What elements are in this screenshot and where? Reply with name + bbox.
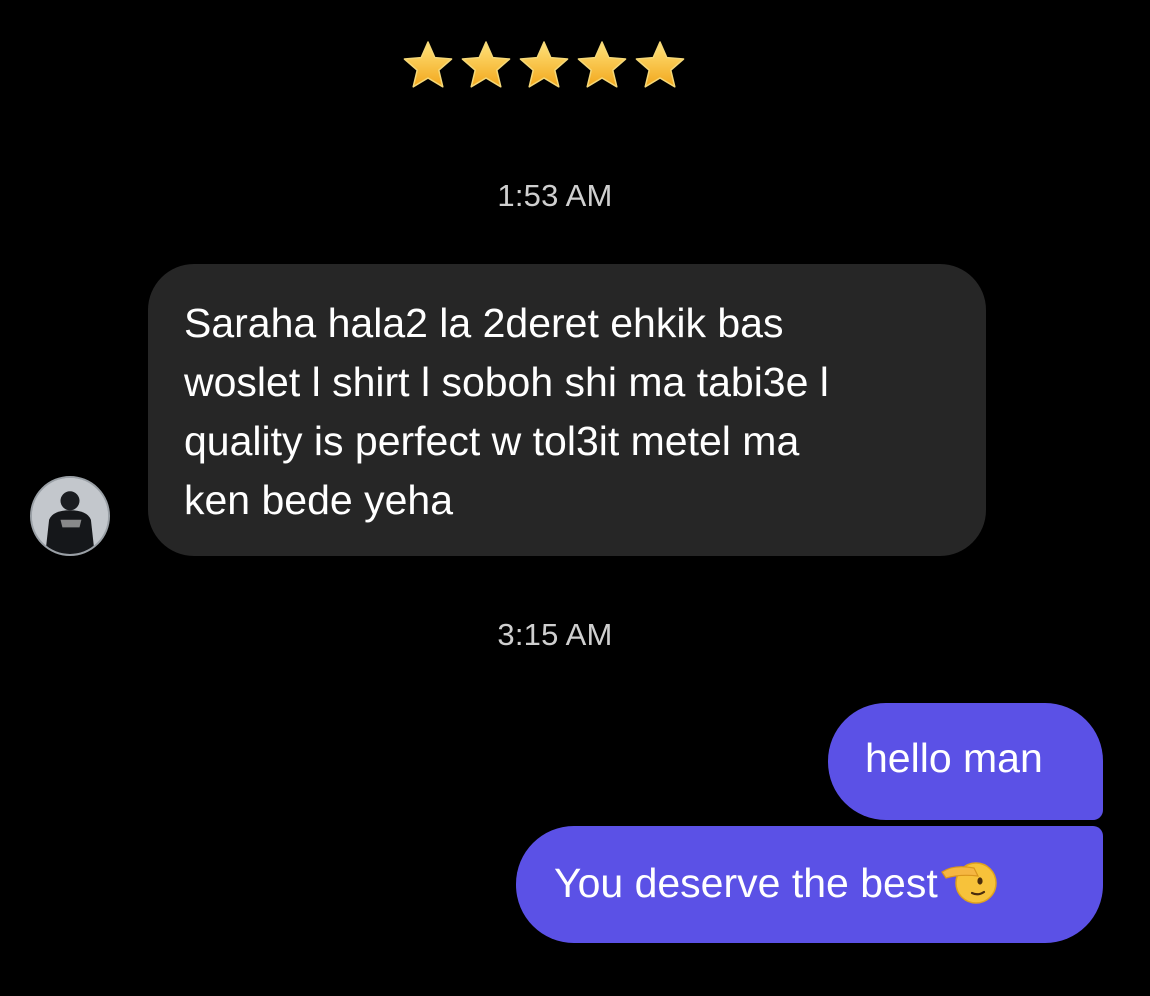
message-text: Saraha hala2 la 2deret ehkik bas woslet …: [184, 300, 829, 523]
outgoing-message-bubble[interactable]: hello man: [828, 703, 1103, 820]
message-text: hello man: [865, 735, 1043, 781]
star-icon: [461, 41, 511, 88]
star-icon: [635, 41, 685, 88]
star-icon: [403, 41, 453, 88]
message-text: You deserve the best: [554, 860, 938, 906]
outgoing-message-bubble[interactable]: You deserve the best: [516, 826, 1103, 943]
message-timestamp: 1:53 AM: [497, 178, 613, 213]
star-icon: [519, 41, 569, 88]
saluting-face-icon: [940, 856, 998, 906]
message-timestamp: 3:15 AM: [497, 617, 613, 652]
star-rating: [400, 38, 688, 98]
star-icon: [577, 41, 627, 88]
incoming-message-bubble[interactable]: Saraha hala2 la 2deret ehkik bas woslet …: [148, 264, 986, 556]
user-avatar[interactable]: [30, 476, 110, 556]
